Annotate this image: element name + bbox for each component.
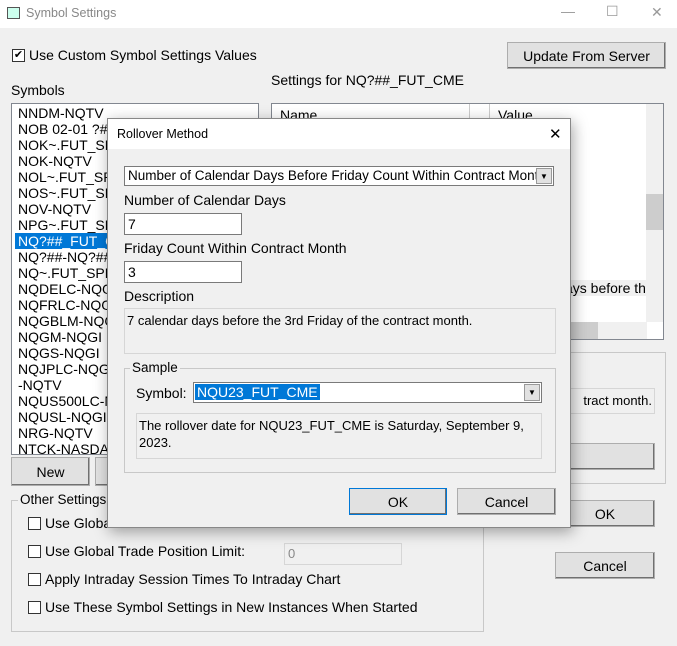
new-button[interactable]: New <box>11 457 90 486</box>
settings-for-label: Settings for NQ?##_FUT_CME <box>271 72 464 88</box>
use-global-checkbox[interactable] <box>28 517 41 530</box>
maximize-icon[interactable]: ☐ <box>606 3 619 20</box>
use-global-label: Use Global <box>45 515 115 531</box>
calendar-days-label: Number of Calendar Days <box>124 192 286 208</box>
cancel-button[interactable]: Cancel <box>555 552 655 579</box>
chevron-down-icon[interactable]: ▼ <box>524 384 540 401</box>
use-in-new-instances-label: Use These Symbol Settings in New Instanc… <box>45 599 418 615</box>
friday-count-label: Friday Count Within Contract Month <box>124 240 347 256</box>
table-cell-value: ays before th <box>562 280 649 296</box>
sample-text: The rollover date for NQU23_FUT_CME is S… <box>136 413 542 459</box>
dialog-ok-button[interactable]: OK <box>349 488 447 515</box>
chevron-down-icon[interactable]: ▼ <box>536 168 552 184</box>
description-label: Description <box>124 288 195 304</box>
dialog-cancel-button[interactable]: Cancel <box>457 488 556 515</box>
vertical-scrollbar[interactable] <box>646 104 663 322</box>
use-custom-checkbox[interactable]: ✔ <box>12 49 25 62</box>
rollover-method-value: Number of Calendar Days Before Friday Co… <box>128 168 546 183</box>
use-custom-label: Use Custom Symbol Settings Values <box>29 47 257 63</box>
details-text: tract month. <box>565 388 655 414</box>
rollover-method-select[interactable]: Number of Calendar Days Before Friday Co… <box>124 166 554 186</box>
symbol-select-value: NQU23_FUT_CME <box>195 384 320 400</box>
trade-position-limit-input[interactable]: 0 <box>284 543 402 565</box>
apply-intraday-session-checkbox[interactable] <box>28 573 41 586</box>
description-text: 7 calendar days before the 3rd Friday of… <box>124 308 556 354</box>
dialog-title: Rollover Method <box>117 127 209 141</box>
friday-count-input[interactable]: 3 <box>124 261 242 283</box>
app-icon <box>7 7 20 19</box>
sample-label: Sample <box>130 360 180 375</box>
other-settings-label: Other Settings <box>18 492 109 507</box>
apply-intraday-session-label: Apply Intraday Session Times To Intraday… <box>45 571 341 587</box>
update-from-server-button[interactable]: Update From Server <box>507 42 666 69</box>
symbol-select[interactable]: NQU23_FUT_CME ▼ <box>193 382 542 403</box>
window-title: Symbol Settings <box>26 6 117 20</box>
use-global-trade-position-limit-checkbox[interactable] <box>28 545 41 558</box>
use-in-new-instances-checkbox[interactable] <box>28 601 41 614</box>
symbol-label: Symbol: <box>136 385 187 401</box>
close-icon[interactable]: ✕ <box>651 4 663 21</box>
symbols-label: Symbols <box>11 82 65 98</box>
calendar-days-input[interactable]: 7 <box>124 213 242 235</box>
rollover-method-dialog: Rollover Method ✕ Number of Calendar Day… <box>107 118 571 528</box>
dialog-close-icon[interactable]: ✕ <box>549 125 562 143</box>
use-global-trade-position-limit-label: Use Global Trade Position Limit: <box>45 543 245 559</box>
minimize-icon[interactable]: — <box>561 3 575 19</box>
